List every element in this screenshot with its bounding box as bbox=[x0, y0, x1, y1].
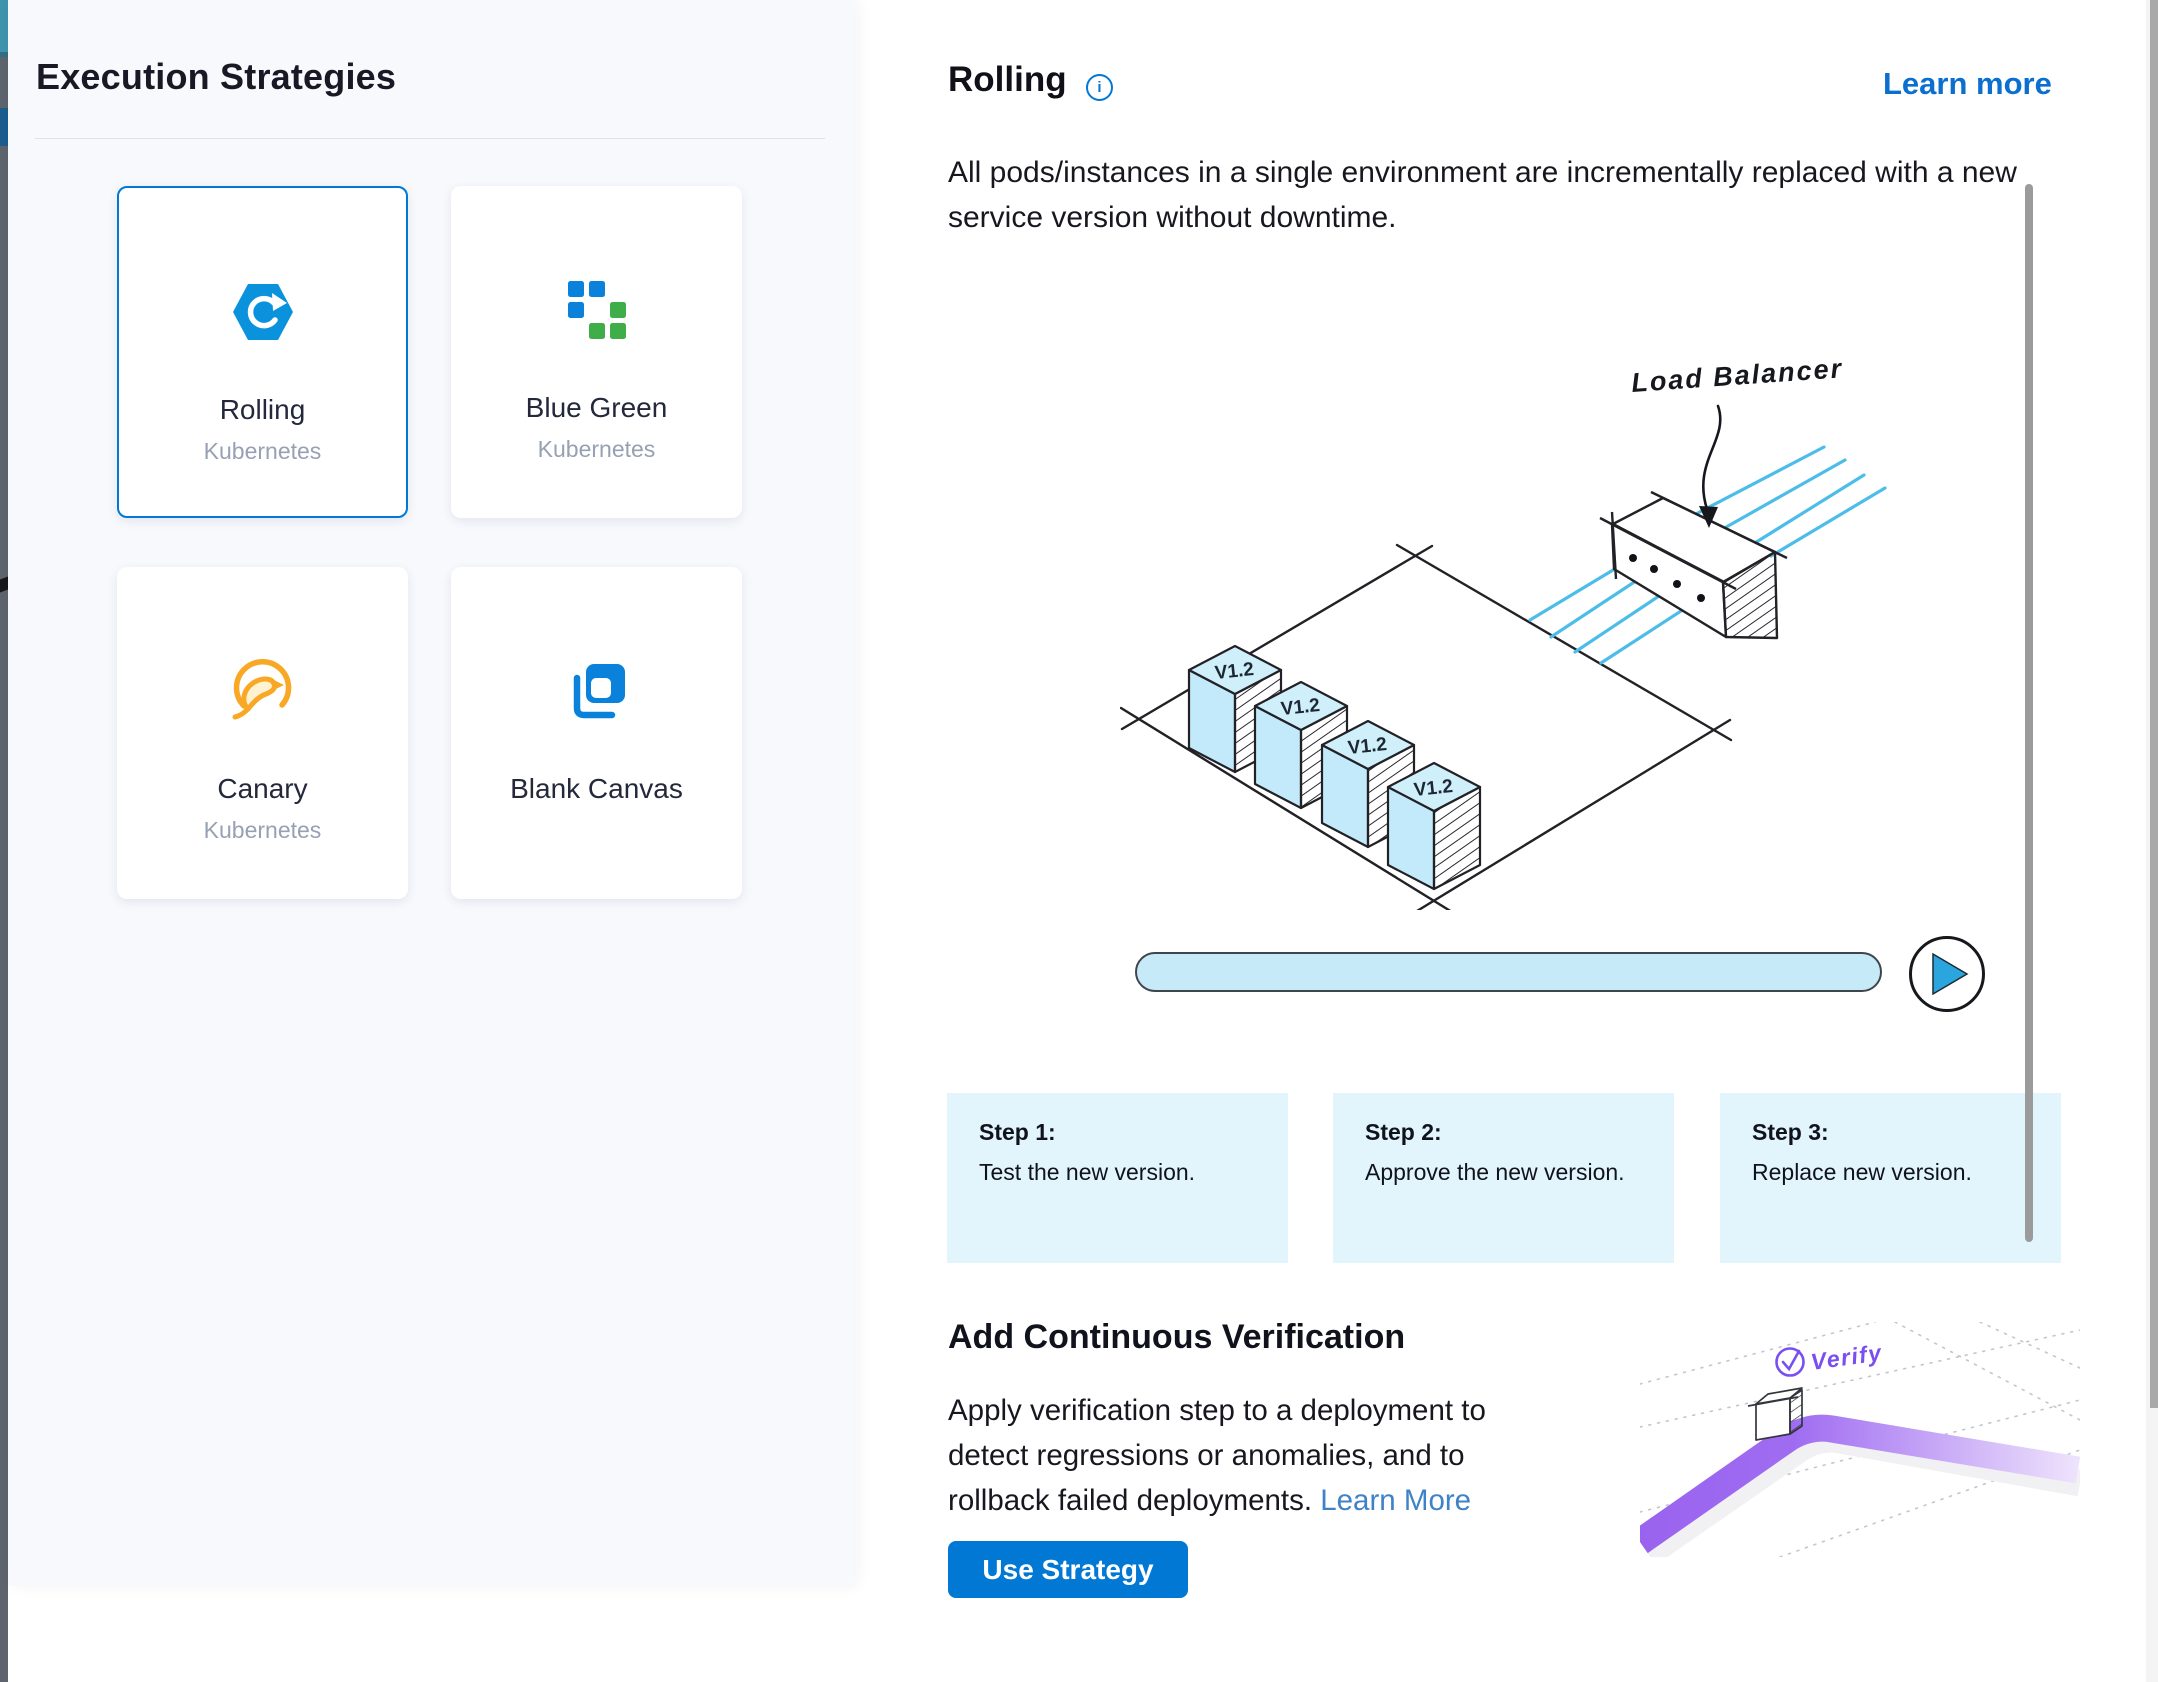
cube-version-label: V1.2 bbox=[1280, 695, 1321, 720]
cube-version-label: V1.2 bbox=[1347, 734, 1388, 759]
step-description: Approve the new version. bbox=[1365, 1159, 1654, 1186]
strategy-card-canary[interactable]: Canary Kubernetes bbox=[117, 567, 408, 899]
step-title: Step 3: bbox=[1752, 1119, 2041, 1146]
strategy-name: Canary bbox=[217, 773, 307, 805]
nav-sliver-selected-item bbox=[0, 108, 8, 146]
step-card-1: Step 1: Test the new version. bbox=[947, 1093, 1288, 1263]
annotation-arrow bbox=[1703, 406, 1720, 512]
strategy-card-rolling[interactable]: Rolling Kubernetes bbox=[117, 186, 408, 518]
canary-icon bbox=[231, 657, 295, 725]
strategy-tech: Kubernetes bbox=[204, 438, 322, 465]
load-balancer-label: Load Balancer bbox=[1630, 353, 1844, 398]
use-strategy-button[interactable]: Use Strategy bbox=[948, 1541, 1188, 1598]
page-scrollbar-track[interactable] bbox=[2146, 0, 2158, 1682]
cube-version-label: V1.2 bbox=[1214, 659, 1255, 684]
strategy-name: Blank Canvas bbox=[510, 773, 683, 805]
rolling-icon bbox=[232, 278, 294, 346]
strategy-card-blue-green[interactable]: Blue Green Kubernetes bbox=[451, 186, 742, 518]
title-divider bbox=[35, 138, 825, 139]
cv-section-body: Apply verification step to a deployment … bbox=[948, 1388, 1562, 1523]
strategy-description: All pods/instances in a single environme… bbox=[948, 150, 2028, 240]
strategy-name: Rolling bbox=[220, 394, 306, 426]
strategy-detail-title: Rolling bbox=[948, 60, 1067, 100]
learn-more-link[interactable]: Learn more bbox=[1883, 66, 2052, 102]
nav-sliver-header bbox=[0, 0, 8, 52]
verify-label: Verify bbox=[1809, 1339, 1884, 1375]
step-description: Test the new version. bbox=[979, 1159, 1268, 1186]
step-title: Step 1: bbox=[979, 1119, 1268, 1146]
play-button[interactable] bbox=[1909, 936, 1985, 1012]
execution-strategies-panel: Execution Strategies Rolling Kubernetes bbox=[8, 0, 854, 1586]
rolling-deployment-illustration: V1.2 V1.2 V1.2 V1.2 Load Balancer bbox=[1120, 340, 1900, 915]
background-nav-sliver bbox=[0, 0, 8, 1682]
info-icon[interactable]: i bbox=[1086, 74, 1113, 101]
blank-canvas-icon bbox=[565, 657, 629, 725]
strategy-cards: Rolling Kubernetes Blue Green Kubern bbox=[117, 186, 742, 899]
step-card-3: Step 3: Replace new version. bbox=[1720, 1093, 2061, 1263]
step-card-2: Step 2: Approve the new version. bbox=[1333, 1093, 1674, 1263]
page-scrollbar-thumb[interactable] bbox=[2150, 0, 2158, 1408]
cube-version-label: V1.2 bbox=[1413, 776, 1454, 801]
step-title: Step 2: bbox=[1365, 1119, 1654, 1146]
step-description: Replace new version. bbox=[1752, 1159, 2041, 1186]
page-title: Execution Strategies bbox=[36, 56, 396, 98]
content-scrollbar-thumb[interactable] bbox=[2025, 184, 2033, 1242]
cv-section-title: Add Continuous Verification bbox=[948, 1318, 1405, 1357]
blue-green-icon bbox=[568, 276, 626, 344]
play-icon bbox=[1930, 952, 1970, 996]
strategy-tech: Kubernetes bbox=[204, 817, 322, 844]
execution-strategies-screen: Execution Strategies Rolling Kubernetes bbox=[0, 0, 2158, 1682]
cv-learn-more-link[interactable]: Learn More bbox=[1320, 1484, 1471, 1517]
strategy-name: Blue Green bbox=[526, 392, 668, 424]
strategy-card-blank-canvas[interactable]: Blank Canvas bbox=[451, 567, 742, 899]
verify-illustration: Verify bbox=[1640, 1322, 2080, 1562]
strategy-tech: Kubernetes bbox=[538, 436, 656, 463]
nav-sliver-mark bbox=[0, 577, 8, 593]
animation-progress-bar bbox=[1135, 952, 1882, 992]
nav-sliver-header-line bbox=[0, 52, 8, 57]
